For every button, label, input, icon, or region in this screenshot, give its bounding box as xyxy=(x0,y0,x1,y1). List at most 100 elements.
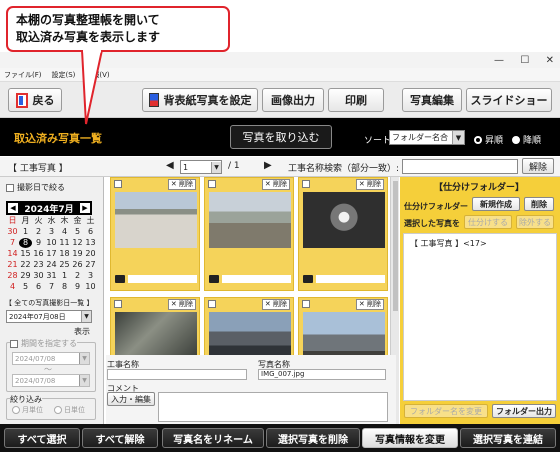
calendar-day[interactable]: 21 xyxy=(6,260,19,270)
calendar-day[interactable]: 23 xyxy=(32,260,45,270)
checkbox-icon[interactable] xyxy=(302,300,310,308)
calendar-day[interactable]: 6 xyxy=(32,282,45,292)
rename-photos-button[interactable]: 写真名をリネーム xyxy=(162,428,264,448)
calendar-day[interactable]: 14 xyxy=(6,249,19,259)
sort-asc-radio[interactable]: 昇順 xyxy=(474,133,503,146)
calendar-day[interactable]: 5 xyxy=(19,282,32,292)
delete-photo-button[interactable]: ✕ 削除 xyxy=(167,178,196,190)
back-button[interactable]: 戻る xyxy=(8,88,62,112)
calendar-day[interactable]: 17 xyxy=(45,249,58,259)
close-icon[interactable]: ✕ xyxy=(546,55,554,66)
folder-output-button[interactable]: フォルダー出力 xyxy=(492,404,556,418)
checkbox-icon[interactable] xyxy=(114,180,122,188)
calendar-day[interactable]: 1 xyxy=(58,271,71,281)
photo-tile[interactable]: ✕ 削除 xyxy=(110,177,200,291)
page-select[interactable]: 1 ▼ xyxy=(180,160,222,174)
calendar-day[interactable]: 8 xyxy=(19,238,32,248)
photo-tile[interactable]: ✕ 削除 xyxy=(298,177,388,291)
photo-tile[interactable]: ✕ 削除 xyxy=(204,177,294,291)
calendar-day[interactable]: 31 xyxy=(45,271,58,281)
exclude-button[interactable]: 除外する xyxy=(516,215,554,229)
checkbox-icon[interactable] xyxy=(302,180,310,188)
prev-page-button[interactable]: ◀ xyxy=(166,160,174,171)
calendar-day[interactable]: 22 xyxy=(19,260,32,270)
calendar-day[interactable]: 9 xyxy=(32,238,45,248)
photo-tile[interactable]: ✕ 削除 xyxy=(110,297,200,355)
next-page-button[interactable]: ▶ xyxy=(264,160,272,171)
photo-tile[interactable]: ✕ 削除 xyxy=(204,297,294,355)
delete-photo-button[interactable]: ✕ 削除 xyxy=(261,178,290,190)
calendar-day[interactable]: 30 xyxy=(32,271,45,281)
calendar-day[interactable]: 25 xyxy=(58,260,71,270)
deselect-all-button[interactable]: すべて解除 xyxy=(82,428,158,448)
calendar-day[interactable]: 3 xyxy=(45,227,58,237)
photo-edit-button[interactable]: 写真編集 xyxy=(402,88,462,112)
calendar-day[interactable]: 9 xyxy=(71,282,84,292)
calendar-day[interactable]: 2 xyxy=(71,271,84,281)
delete-selected-button[interactable]: 選択写真を削除 xyxy=(266,428,360,448)
calendar-day[interactable]: 3 xyxy=(84,271,97,281)
calendar-day[interactable]: 8 xyxy=(58,282,71,292)
menu-file[interactable]: ファイル(F) xyxy=(4,70,42,80)
delete-folder-button[interactable]: 削除 xyxy=(524,197,554,211)
period-checkbox[interactable]: 期間を指定する xyxy=(10,338,77,349)
period-to-select[interactable]: 2024/07/08 ▼ xyxy=(12,374,90,387)
calendar-day[interactable]: 7 xyxy=(6,238,19,248)
calendar-day[interactable]: 1 xyxy=(19,227,32,237)
checkbox-icon[interactable] xyxy=(114,300,122,308)
clear-search-button[interactable]: 解除 xyxy=(522,158,554,174)
rename-folder-button[interactable]: フォルダー名を変更 xyxy=(404,404,488,418)
photo-thumbnail[interactable] xyxy=(115,192,197,248)
calendar-prev-button[interactable]: ◀ xyxy=(8,203,18,213)
calendar-day[interactable]: 4 xyxy=(58,227,71,237)
show-button[interactable]: 表示 xyxy=(74,326,90,337)
date-select[interactable]: 2024年07月08日 ▼ xyxy=(6,310,92,323)
photo-name-field[interactable]: IMG_007.jpg xyxy=(258,369,386,380)
calendar-day[interactable]: 20 xyxy=(84,249,97,259)
calendar-day[interactable]: 2 xyxy=(32,227,45,237)
calendar-day[interactable]: 19 xyxy=(71,249,84,259)
photo-thumbnail[interactable] xyxy=(115,312,197,355)
calendar-day[interactable]: 30 xyxy=(6,227,19,237)
scrollbar-thumb[interactable] xyxy=(393,181,398,311)
set-cover-button[interactable]: 背表紙写真を設定 xyxy=(142,88,258,112)
slideshow-button[interactable]: スライドショー xyxy=(466,88,552,112)
sort-in-button[interactable]: 仕分けする xyxy=(464,215,512,229)
delete-photo-button[interactable]: ✕ 削除 xyxy=(261,298,290,310)
photo-thumbnail[interactable] xyxy=(209,312,291,355)
edit-comment-button[interactable]: 入力・編集 xyxy=(107,392,155,406)
calendar-day[interactable]: 29 xyxy=(19,271,32,281)
calendar-day[interactable]: 10 xyxy=(45,238,58,248)
print-button[interactable]: 印刷 xyxy=(328,88,384,112)
image-output-button[interactable]: 画像出力 xyxy=(262,88,324,112)
calendar-day[interactable]: 13 xyxy=(84,238,97,248)
photo-thumbnail[interactable] xyxy=(209,192,291,248)
delete-photo-button[interactable]: ✕ 削除 xyxy=(355,178,384,190)
new-folder-button[interactable]: 新規作成 xyxy=(472,197,520,211)
comment-field[interactable] xyxy=(158,392,388,422)
filter-by-date-checkbox[interactable]: 撮影日で絞る xyxy=(6,182,65,193)
calendar-day[interactable]: 10 xyxy=(84,282,97,292)
delete-photo-button[interactable]: ✕ 削除 xyxy=(355,298,384,310)
minimize-icon[interactable]: — xyxy=(494,55,504,66)
search-input[interactable] xyxy=(402,159,518,174)
month-unit-radio[interactable]: 月単位 xyxy=(12,405,43,415)
work-name-field[interactable] xyxy=(107,369,247,380)
calendar-day[interactable]: 12 xyxy=(71,238,84,248)
maximize-icon[interactable]: ☐ xyxy=(520,55,529,66)
link-selected-button[interactable]: 選択写真を連結 xyxy=(460,428,556,448)
calendar-day[interactable]: 28 xyxy=(6,271,19,281)
photo-thumbnail[interactable] xyxy=(303,192,385,248)
calendar-day[interactable]: 4 xyxy=(6,282,19,292)
calendar-day[interactable]: 15 xyxy=(19,249,32,259)
calendar-day[interactable]: 6 xyxy=(84,227,97,237)
tree-item-construction-photos[interactable]: 【 工事写真 】<17> xyxy=(404,234,556,253)
checkbox-icon[interactable] xyxy=(208,180,216,188)
import-photos-button[interactable]: 写真を取り込む xyxy=(230,125,332,149)
calendar-day[interactable]: 24 xyxy=(45,260,58,270)
menu-settings[interactable]: 設定(S) xyxy=(52,70,76,80)
sort-desc-radio[interactable]: 降順 xyxy=(512,133,541,146)
sort-select[interactable]: フォルダー名合 ▼ xyxy=(389,130,465,145)
calendar-day[interactable]: 7 xyxy=(45,282,58,292)
calendar-day[interactable]: 16 xyxy=(32,249,45,259)
